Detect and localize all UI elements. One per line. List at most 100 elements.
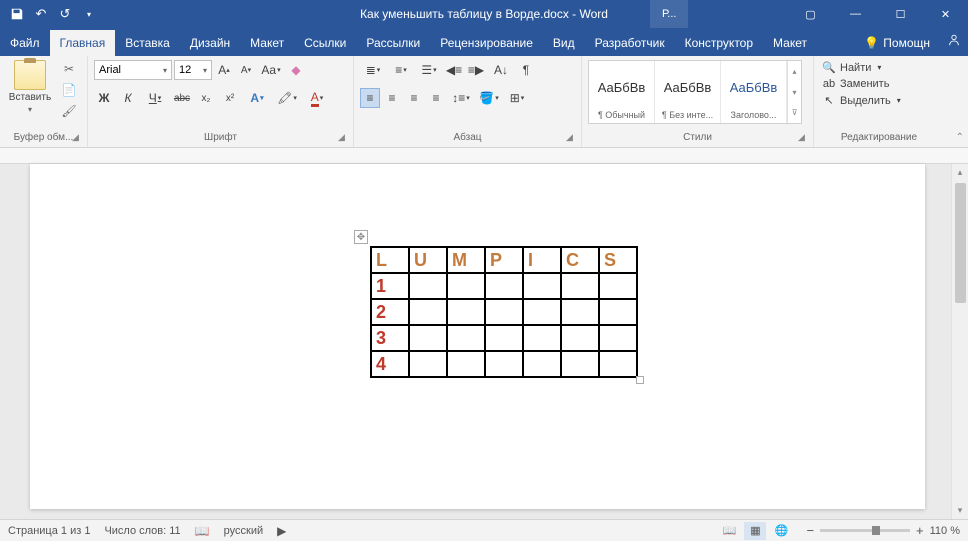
tab-layout[interactable]: Макет xyxy=(240,30,294,56)
tab-file[interactable]: Файл xyxy=(0,30,50,56)
table-cell[interactable] xyxy=(599,273,637,299)
web-layout-button[interactable]: 🌐 xyxy=(770,522,792,540)
format-painter-button[interactable]: 🖌 xyxy=(60,102,78,120)
scroll-thumb[interactable] xyxy=(955,183,966,303)
numbering-button[interactable]: ≡▾ xyxy=(388,60,414,80)
align-left-button[interactable]: ≡ xyxy=(360,88,380,108)
close-button[interactable]: ✕ xyxy=(923,0,968,28)
styles-more-button[interactable]: ⊽ xyxy=(788,102,801,123)
table-cell[interactable] xyxy=(523,273,561,299)
table-cell[interactable] xyxy=(409,299,447,325)
zoom-in-button[interactable]: + xyxy=(916,523,924,538)
clear-formatting-button[interactable]: ◆ xyxy=(286,60,306,80)
cut-button[interactable]: ✂ xyxy=(60,60,78,78)
language-status[interactable]: русский xyxy=(224,525,263,537)
undo-button[interactable]: ↶ xyxy=(32,5,50,23)
table-cell[interactable] xyxy=(561,325,599,351)
print-layout-button[interactable]: ▦ xyxy=(744,522,766,540)
vertical-scrollbar[interactable]: ▴ ▾ xyxy=(951,164,968,519)
change-case-button[interactable]: Aa▾ xyxy=(258,60,284,80)
table-cell[interactable] xyxy=(447,351,485,377)
tab-review[interactable]: Рецензирование xyxy=(430,30,543,56)
styles-launcher[interactable]: ◢ xyxy=(798,132,810,144)
table-cell[interactable] xyxy=(485,325,523,351)
replace-button[interactable]: abЗаменить xyxy=(820,77,903,91)
table-cell[interactable] xyxy=(599,325,637,351)
maximize-button[interactable]: ☐ xyxy=(878,0,923,28)
table-cell[interactable] xyxy=(485,273,523,299)
qat-customize[interactable]: ▾ xyxy=(80,5,98,23)
select-button[interactable]: ↖Выделить▾ xyxy=(820,93,903,108)
grow-font-button[interactable]: A▴ xyxy=(214,60,234,80)
table-cell[interactable] xyxy=(561,273,599,299)
table-cell[interactable] xyxy=(599,351,637,377)
redo-button[interactable]: ↺ xyxy=(56,5,74,23)
table-cell[interactable]: P xyxy=(485,247,523,273)
save-button[interactable] xyxy=(8,5,26,23)
table-cell[interactable] xyxy=(447,325,485,351)
justify-button[interactable]: ≡ xyxy=(426,88,446,108)
subscript-button[interactable]: x₂ xyxy=(196,88,216,108)
table-cell[interactable]: M xyxy=(447,247,485,273)
page-status[interactable]: Страница 1 из 1 xyxy=(8,525,90,537)
tab-developer[interactable]: Разработчик xyxy=(585,30,675,56)
align-right-button[interactable]: ≡ xyxy=(404,88,424,108)
share-button[interactable] xyxy=(940,27,968,56)
table-cell[interactable] xyxy=(485,299,523,325)
table-cell[interactable] xyxy=(409,325,447,351)
minimize-button[interactable]: — xyxy=(833,0,878,28)
table-resize-handle[interactable] xyxy=(636,376,644,384)
table-cell[interactable] xyxy=(523,325,561,351)
table-cell[interactable] xyxy=(409,351,447,377)
table-row[interactable]: L U M P I C S xyxy=(371,247,637,273)
scroll-down-button[interactable]: ▾ xyxy=(952,502,968,519)
zoom-level[interactable]: 110 % xyxy=(930,525,960,537)
table-cell[interactable]: U xyxy=(409,247,447,273)
table-cell[interactable]: L xyxy=(371,247,409,273)
ruler[interactable] xyxy=(0,148,968,164)
table-row[interactable]: 2 xyxy=(371,299,637,325)
table-move-handle[interactable]: ✥ xyxy=(354,230,368,244)
font-name-combo[interactable]: Arial▾ xyxy=(94,60,172,80)
tell-me-button[interactable]: 💡Помощн xyxy=(854,30,940,56)
decrease-indent-button[interactable]: ◀≡ xyxy=(444,60,464,80)
tab-insert[interactable]: Вставка xyxy=(115,30,180,56)
table-cell[interactable] xyxy=(523,299,561,325)
clipboard-launcher[interactable]: ◢ xyxy=(72,132,84,144)
find-button[interactable]: 🔍Найти▾ xyxy=(820,60,903,75)
table-cell[interactable] xyxy=(561,299,599,325)
bold-button[interactable]: Ж xyxy=(94,88,114,108)
collapse-ribbon-button[interactable]: ⌃ xyxy=(956,132,964,143)
style-heading1[interactable]: АаБбВв Заголово... xyxy=(721,61,787,123)
tab-mailings[interactable]: Рассылки xyxy=(356,30,430,56)
table-row[interactable]: 1 xyxy=(371,273,637,299)
macro-icon[interactable]: ▶ xyxy=(277,524,286,538)
increase-indent-button[interactable]: ≡▶ xyxy=(466,60,486,80)
table-cell[interactable] xyxy=(561,351,599,377)
sort-button[interactable]: A↓ xyxy=(488,60,514,80)
table-grid[interactable]: L U M P I C S 1 2 3 4 xyxy=(370,246,638,378)
tab-view[interactable]: Вид xyxy=(543,30,585,56)
text-effects-button[interactable]: A▾ xyxy=(244,88,270,108)
ribbon-display-button[interactable]: ▢ xyxy=(788,0,833,28)
table-cell[interactable]: C xyxy=(561,247,599,273)
table-cell[interactable] xyxy=(409,273,447,299)
table-cell[interactable] xyxy=(599,299,637,325)
tab-table-design[interactable]: Конструктор xyxy=(675,30,763,56)
styles-down-button[interactable]: ▾ xyxy=(788,82,801,103)
tab-references[interactable]: Ссылки xyxy=(294,30,356,56)
style-no-spacing[interactable]: АаБбВв ¶ Без инте... xyxy=(655,61,721,123)
paste-button[interactable]: Вставить ▾ xyxy=(6,60,54,114)
table-cell[interactable]: 2 xyxy=(371,299,409,325)
table-cell[interactable] xyxy=(447,299,485,325)
show-marks-button[interactable]: ¶ xyxy=(516,60,536,80)
zoom-out-button[interactable]: − xyxy=(806,523,814,538)
paragraph-launcher[interactable]: ◢ xyxy=(566,132,578,144)
style-normal[interactable]: АаБбВв ¶ Обычный xyxy=(589,61,655,123)
styles-up-button[interactable]: ▴ xyxy=(788,61,801,82)
table-row[interactable]: 4 xyxy=(371,351,637,377)
strike-button[interactable]: abc xyxy=(172,88,192,108)
underline-button[interactable]: Ч▾ xyxy=(142,88,168,108)
font-launcher[interactable]: ◢ xyxy=(338,132,350,144)
tab-home[interactable]: Главная xyxy=(50,30,116,56)
